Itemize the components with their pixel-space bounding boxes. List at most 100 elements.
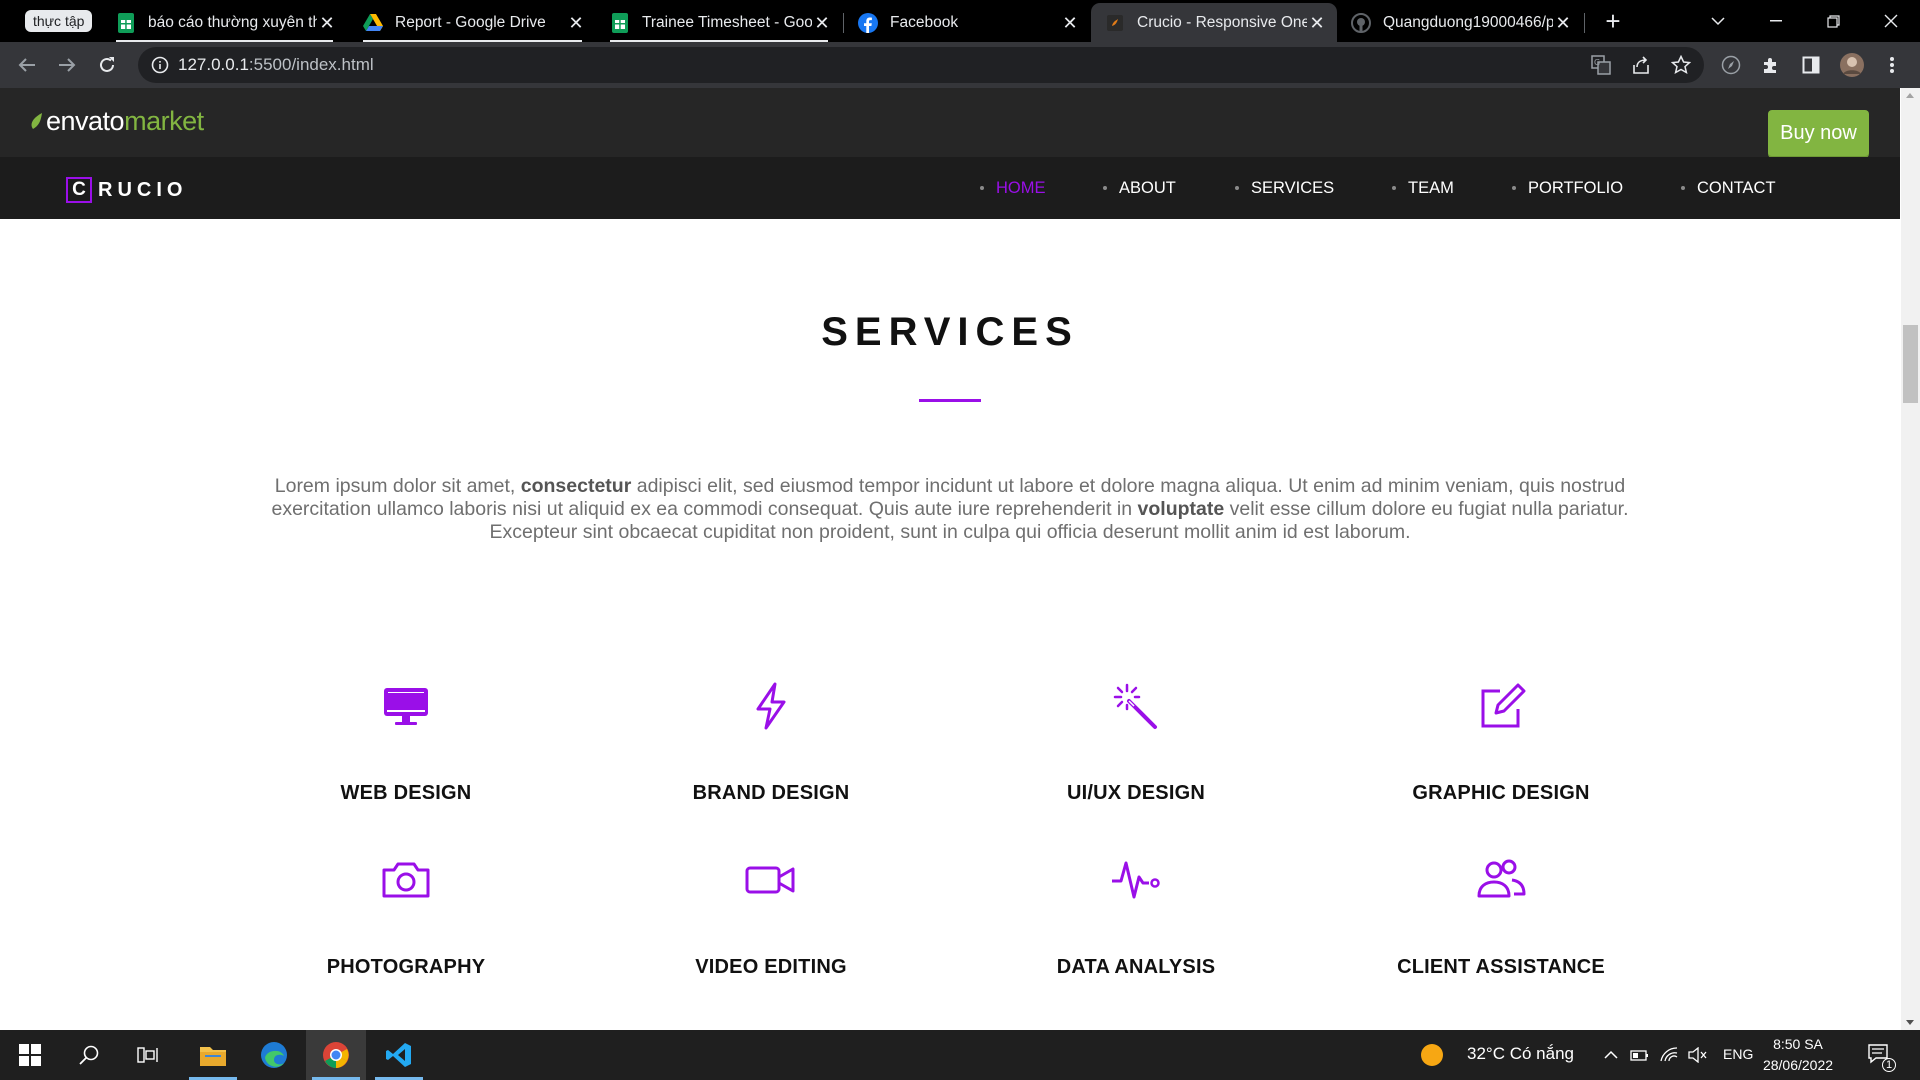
service-ui-ux-design[interactable]: UI/UX DESIGN <box>956 679 1316 804</box>
address-bar[interactable]: 127.0.0.1:5500/index.html <box>138 47 1704 83</box>
video-camera-icon <box>745 866 795 894</box>
page-scrollbar[interactable] <box>1901 88 1920 1030</box>
wifi-icon[interactable] <box>1656 1030 1682 1080</box>
share-icon[interactable] <box>1627 51 1655 79</box>
battery-icon[interactable] <box>1627 1030 1653 1080</box>
new-tab-button[interactable]: + <box>1599 8 1627 36</box>
vscode-icon <box>386 1043 411 1067</box>
service-label: GRAPHIC DESIGN <box>1412 782 1590 804</box>
scroll-up-arrow[interactable] <box>1906 93 1914 98</box>
close-icon[interactable]: ✕ <box>1060 13 1080 33</box>
compass-extension-icon[interactable] <box>1717 51 1745 79</box>
close-window-button[interactable] <box>1866 0 1916 42</box>
service-data-analysis[interactable]: DATA ANALYSIS <box>956 853 1316 978</box>
nav-label: PORTFOLIO <box>1528 178 1624 197</box>
tab-title: Report - Google Drive <box>395 13 546 31</box>
browser-toolbar: 127.0.0.1:5500/index.html G <box>0 42 1920 88</box>
service-web-design[interactable]: WEB DESIGN <box>226 679 586 804</box>
tab-github[interactable]: Quangduong19000466/p ✕ <box>1337 3 1583 42</box>
close-icon[interactable]: ✕ <box>566 13 586 33</box>
tab-crucio[interactable]: Crucio - Responsive One ✕ <box>1091 3 1337 42</box>
title-underline <box>919 399 981 402</box>
restore-button[interactable] <box>1808 0 1858 42</box>
translate-icon[interactable]: G <box>1587 51 1615 79</box>
edge-browser-button[interactable] <box>244 1030 304 1080</box>
envato-preview-bar: envato market Buy now <box>0 88 1900 157</box>
task-view-button[interactable] <box>118 1030 178 1080</box>
tab-title: Quangduong19000466/p <box>1383 13 1553 31</box>
tab-trainee-timesheet[interactable]: Trainee Timesheet - Goo ✕ <box>596 3 842 42</box>
tab-title: Crucio - Responsive One <box>1137 13 1307 31</box>
tab-search-button[interactable] <box>1693 0 1743 42</box>
tab-title: báo cáo thường xuyên th <box>148 13 317 31</box>
service-label: VIDEO EDITING <box>695 956 847 978</box>
tab-bao-cao[interactable]: báo cáo thường xuyên th ✕ <box>102 3 347 42</box>
start-button[interactable] <box>0 1030 60 1080</box>
arrow-left-icon <box>18 58 35 72</box>
service-brand-design[interactable]: BRAND DESIGN <box>591 679 951 804</box>
crucio-logo[interactable]: C RUCIO <box>66 177 187 203</box>
nav-label: ABOUT <box>1119 178 1176 197</box>
notification-count-badge: 1 <box>1882 1058 1896 1072</box>
extensions-puzzle-icon[interactable] <box>1757 51 1785 79</box>
nav-services[interactable]: SERVICES <box>1235 157 1334 219</box>
weather-text[interactable]: 32°C Có nắng <box>1467 1044 1574 1064</box>
page-viewport: envato market Buy now C RUCIO HOME ABOUT… <box>0 88 1920 1030</box>
google-sheets-icon <box>610 12 630 33</box>
minimize-button[interactable] <box>1751 0 1801 42</box>
weather-icon[interactable] <box>1414 1030 1450 1080</box>
svg-text:G: G <box>1594 58 1600 67</box>
side-panel-icon[interactable] <box>1797 51 1825 79</box>
close-icon[interactable]: ✕ <box>317 13 337 33</box>
close-icon[interactable]: ✕ <box>1553 13 1573 33</box>
tab-title: Trainee Timesheet - Goo <box>642 13 812 31</box>
envato-market-logo[interactable]: envato market <box>30 106 204 137</box>
nav-portfolio[interactable]: PORTFOLIO <box>1512 157 1623 219</box>
nav-home[interactable]: HOME <box>980 157 1046 219</box>
profile-avatar[interactable] <box>1838 51 1866 79</box>
bookmark-star-icon[interactable] <box>1667 51 1695 79</box>
close-icon[interactable]: ✕ <box>812 13 832 33</box>
scrollbar-thumb[interactable] <box>1903 325 1918 403</box>
service-photography[interactable]: PHOTOGRAPHY <box>226 853 586 978</box>
chrome-button[interactable] <box>306 1030 366 1080</box>
service-label: PHOTOGRAPHY <box>326 956 486 978</box>
edit-icon <box>1481 683 1526 728</box>
forward-button[interactable] <box>52 50 82 80</box>
nav-bullet <box>1681 186 1685 190</box>
nav-team[interactable]: TEAM <box>1392 157 1454 219</box>
nav-label: CONTACT <box>1697 178 1776 197</box>
google-drive-icon <box>363 13 383 33</box>
nav-contact[interactable]: CONTACT <box>1681 157 1776 219</box>
google-sheets-icon <box>116 12 136 33</box>
scroll-down-arrow[interactable] <box>1906 1020 1914 1025</box>
reload-button[interactable] <box>92 50 122 80</box>
nav-bullet <box>1392 186 1396 190</box>
taskbar-search-button[interactable] <box>59 1030 119 1080</box>
service-client-assistance[interactable]: CLIENT ASSISTANCE <box>1321 853 1681 978</box>
system-clock[interactable]: 8:50 SA 28/06/2022 <box>1752 1034 1844 1076</box>
chevron-up-icon[interactable] <box>1600 1030 1622 1080</box>
tab-facebook[interactable]: Facebook ✕ <box>844 3 1090 42</box>
logo-word: RUCIO <box>98 178 188 201</box>
info-icon[interactable] <box>150 55 170 75</box>
language-indicator[interactable]: ENG <box>1723 1046 1753 1062</box>
buy-now-button[interactable]: Buy now <box>1768 110 1869 156</box>
notification-center-button[interactable]: 1 <box>1860 1030 1900 1080</box>
service-graphic-design[interactable]: GRAPHIC DESIGN <box>1321 679 1681 804</box>
more-menu-icon[interactable] <box>1878 51 1906 79</box>
tab-group-chip[interactable]: thực tập <box>25 10 93 32</box>
close-icon[interactable]: ✕ <box>1307 13 1327 33</box>
logo-letter-box: C <box>66 177 92 203</box>
back-button[interactable] <box>12 50 42 80</box>
task-view-icon <box>137 1047 158 1063</box>
vscode-button[interactable] <box>369 1030 429 1080</box>
file-explorer-button[interactable] <box>183 1030 243 1080</box>
service-video-editing[interactable]: VIDEO EDITING <box>591 853 951 978</box>
tab-google-drive[interactable]: Report - Google Drive ✕ <box>349 3 596 42</box>
close-icon <box>1884 14 1898 28</box>
volume-muted-icon[interactable] <box>1684 1030 1710 1080</box>
nav-label: SERVICES <box>1251 178 1335 197</box>
tab-title: Facebook <box>890 13 959 31</box>
nav-about[interactable]: ABOUT <box>1103 157 1176 219</box>
